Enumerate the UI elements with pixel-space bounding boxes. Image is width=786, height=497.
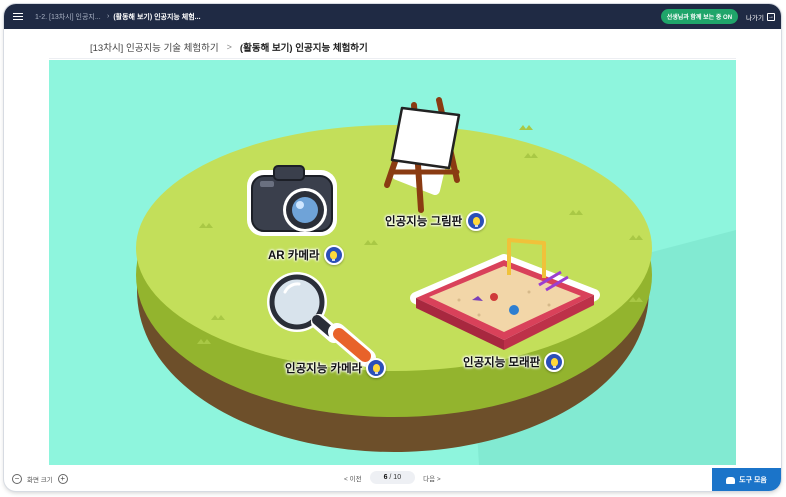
prev-page-button[interactable]: < 이전 [344, 473, 362, 483]
menu-icon[interactable] [7, 4, 29, 29]
ai-camera-item[interactable]: 인공지능 카메라 [285, 358, 387, 378]
bottom-bar: − 화면 크기 + < 이전 6 / 10 다음 > 도구 모음 [4, 467, 781, 491]
zoom-control: − 화면 크기 + [12, 474, 68, 484]
zoom-out-button[interactable]: − [12, 474, 22, 484]
chevron-right-icon: › [107, 13, 110, 20]
activity-title: (활동해 보기) 인공지능 체험하기 [239, 42, 368, 54]
current-page: 6 [383, 474, 388, 481]
exit-label: 나가기 [746, 14, 764, 22]
camera-icon [247, 165, 337, 236]
breadcrumb-activity: (활동해 보기) 인공지능 체험... [113, 13, 201, 21]
next-page-button[interactable]: 다음 > [423, 473, 441, 483]
island-illustration [136, 97, 736, 465]
ai-drawing-board-item[interactable]: 인공지능 그림판 [385, 211, 487, 231]
breadcrumb-unit[interactable]: 1-2. [13차시] 인공지... [35, 12, 103, 22]
zoom-in-button[interactable]: + [57, 474, 68, 484]
toolbox-icon [726, 476, 736, 484]
tools-label: 도구 모음 [739, 477, 767, 484]
page-breadcrumb: [13차시] 인공지능 기술 체험하기 > (활동해 보기) 인공지능 체험하기 [49, 35, 736, 59]
ai-sandbox-item[interactable]: 인공지능 모래판 [463, 352, 565, 372]
activity-stage: 인공지능 그림판 AR 카메라 인공지능 카메라 인공지능 모래판 [49, 60, 736, 465]
ar-camera-item[interactable]: AR 카메라 [268, 245, 344, 265]
item-label: 인공지능 카메라 [285, 363, 363, 375]
tools-button[interactable]: 도구 모음 [712, 468, 781, 491]
app-window: 1-2. [13차시] 인공지... › (활동해 보기) 인공지능 체험...… [4, 4, 781, 491]
exit-button[interactable]: 나가기 → [746, 12, 775, 22]
teacher-mode-badge[interactable]: 선생님과 함께 보는 중 ON [660, 9, 739, 24]
item-label: 인공지능 모래판 [463, 357, 541, 369]
total-pages: / 10 [389, 474, 402, 481]
chevron-right-icon: > [226, 41, 232, 52]
item-label: AR 카메라 [268, 250, 320, 262]
lesson-title: [13차시] 인공지능 기술 체험하기 [90, 42, 219, 54]
page-indicator: 6 / 10 [369, 471, 416, 484]
lightbulb-icon[interactable] [323, 245, 344, 265]
item-label: 인공지능 그림판 [385, 216, 463, 228]
lightbulb-icon[interactable] [366, 358, 387, 378]
zoom-label: 화면 크기 [27, 477, 53, 484]
lightbulb-icon[interactable] [544, 352, 565, 372]
lightbulb-icon[interactable] [466, 211, 487, 231]
exit-icon: → [767, 12, 775, 21]
pagination: < 이전 6 / 10 다음 > [344, 471, 441, 484]
top-bar: 1-2. [13차시] 인공지... › (활동해 보기) 인공지능 체험...… [4, 4, 781, 29]
